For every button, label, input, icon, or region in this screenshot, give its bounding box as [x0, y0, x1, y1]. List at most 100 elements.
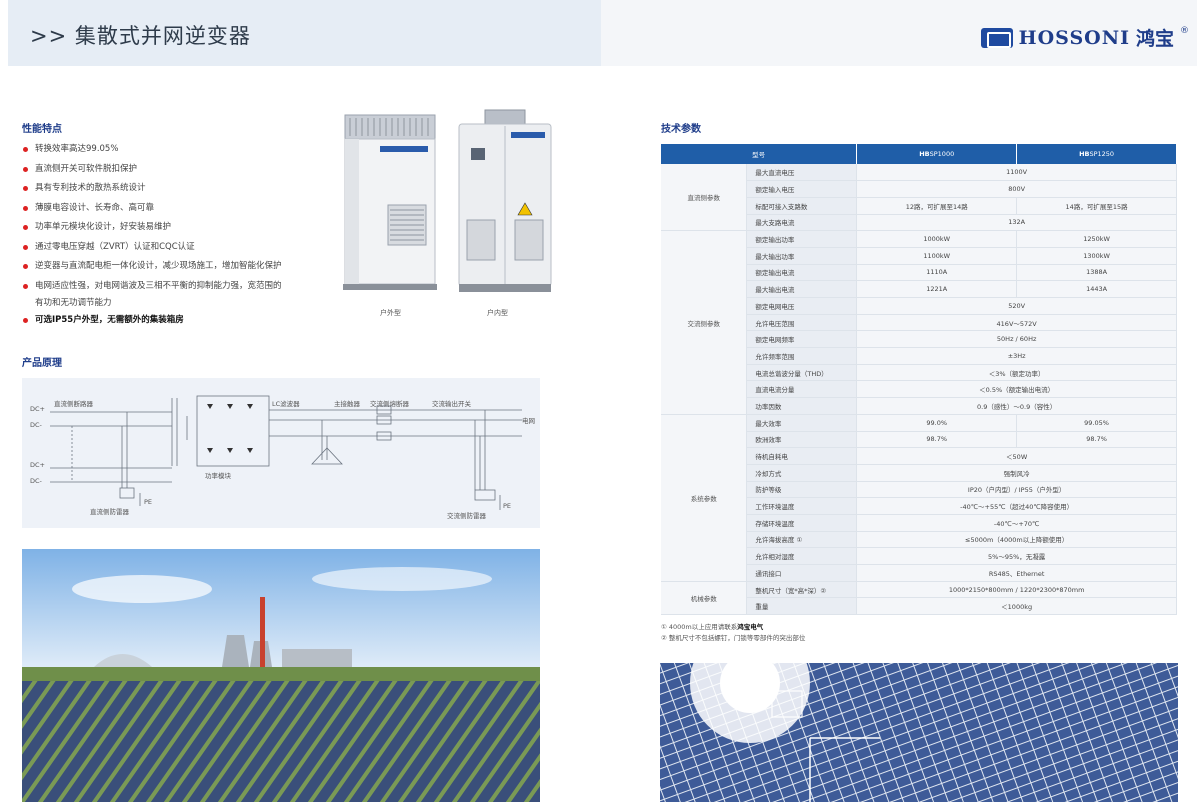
spec-value: 1000*2150*800mm / 1220*2300*870mm [856, 581, 1177, 599]
label-pe2: PE [503, 502, 511, 510]
label-power-module: 功率模块 [205, 471, 232, 480]
label-grid: 电网 [522, 416, 535, 425]
spec-item-label: 允许电压范围 [746, 314, 858, 332]
spec-group-name: 系统参数 [661, 414, 748, 582]
label-lc-filter: LC滤波器 [272, 399, 300, 408]
feature-item: 电网适应性强，对电网谐波及三相不平衡的抑制能力强，宽范围的 有功和无功调节能力 [22, 277, 322, 312]
spec-value: 416V～572V [856, 314, 1177, 332]
spec-value: 0.9（感性）～0.9（容性） [856, 397, 1177, 415]
spec-table: 型号 HBSP1000 HBSP1250 直流侧参数 最大直流电压 1100V 额定输… [661, 144, 1177, 616]
spec-header-row: 型号 HBSP1000 HBSP1250 [661, 144, 1177, 164]
logo-icon [980, 27, 1013, 48]
note-2: ② 整机尺寸不包括螺钉，门锁等零部件的突出部位 [661, 634, 806, 642]
spec-group-name: 直流侧参数 [661, 164, 748, 232]
spec-item-label: 功率因数 [746, 397, 858, 415]
spec-value: 132A [856, 214, 1177, 232]
spec-value: ±3Hz [856, 347, 1177, 365]
spec-item-label: 欧洲效率 [746, 431, 858, 449]
spec-value: 98.7% [856, 431, 1018, 449]
header-band-right: HOSSONI 鸿宝 ® [601, 0, 1197, 66]
spec-item-label: 待机自耗电 [746, 447, 858, 465]
spec-row: 直流侧参数 最大直流电压 1100V [661, 164, 1177, 232]
outdoor-label: 户外型 [380, 309, 401, 317]
spec-item-label: 存储环境温度 [746, 514, 858, 532]
spec-header-model1: HBSP1000 [856, 144, 1018, 164]
feature-item: 逆变器与直流配电柜一体化设计，减少现场施工，增加智能化保护 [22, 257, 322, 277]
spec-item-label: 电流总谐波分量（THD） [746, 364, 858, 382]
spec-item-label: 冷却方式 [746, 464, 858, 482]
spec-value: IP20（户内型）/ IP55（户外型） [856, 481, 1177, 499]
label-pe1: PE [144, 498, 152, 506]
spec-value: 14路，可扩展至15路 [1016, 197, 1177, 215]
logo-chinese: 鸿宝 [1135, 28, 1174, 50]
spec-value: 1100kW [856, 247, 1018, 265]
spec-value: ＜0.5%（额定输出电流） [856, 380, 1177, 399]
spec-value: 1250kW [1016, 230, 1177, 248]
spec-notes: ① 4000m以上应用请联系鸿宝电气 ② 整机尺寸不包括螺钉，门锁等零部件的突出… [661, 622, 805, 644]
spec-value: 1221A [856, 280, 1018, 298]
spec-row: 机械参数 整机尺寸（宽*高*深）② 1000*2150*800mm / 1220*2… [661, 581, 1177, 616]
spec-item-label: 最大效率 [746, 414, 858, 432]
feature-item: 功率单元模块化设计，好安装易维护 [22, 218, 322, 238]
spec-row: 系统参数 最大效率 99.0% 99.05% [661, 414, 1177, 582]
spec-value: 1300kW [1016, 247, 1177, 265]
spec-value: ＜50W [856, 447, 1177, 465]
label-dcm2: DC- [30, 477, 43, 485]
spec-value: -40℃～+70℃ [856, 514, 1177, 532]
spec-item-label: 最大直流电压 [746, 164, 858, 182]
indoor-cabinet-image [455, 108, 555, 302]
spec-group-name: 机械参数 [661, 581, 748, 616]
spec-value: 1100V [856, 164, 1177, 182]
spec-row: 交流侧参数 额定输出功率 1000kW 1250kW [661, 230, 1177, 415]
outdoor-cabinet-image [340, 110, 440, 299]
label-dcp2: DC+ [30, 461, 45, 469]
spec-item-label: 最大输出功率 [746, 247, 858, 265]
spec-value: -40℃～+55℃（超过40℃降容使用） [856, 497, 1177, 515]
feature-item: 薄膜电容设计、长寿命、高可靠 [22, 199, 322, 219]
brochure-page: >> 集散式并网逆变器 HOSSONI 鸿宝 ® 性能特点 转换效率高达99.0… [0, 0, 1197, 802]
solar-panel-photo [660, 663, 1178, 802]
label-dc-surge: 直流侧防雷器 [90, 507, 130, 516]
principle-title: 产品原理 [22, 358, 62, 369]
spec-item-label: 整机尺寸（宽*高*深）② [746, 581, 858, 599]
spec-value: 50Hz / 60Hz [856, 330, 1177, 349]
note-1: ① 4000m以上应用请联系鸿宝电气 [661, 623, 764, 631]
label-dcm1: DC- [30, 421, 43, 429]
spec-item-label: 额定电网电压 [746, 297, 858, 315]
feature-highlight: 可选IP55户外型，无需额外的集装箱房 [22, 311, 322, 331]
spec-header-model: 型号 [661, 144, 858, 164]
spec-value: 520V [856, 297, 1177, 315]
spec-title: 技术参数 [661, 124, 701, 135]
spec-value: 98.7% [1016, 431, 1177, 449]
spec-item-label: 重量 [746, 597, 858, 616]
page-title: >> 集散式并网逆变器 [30, 24, 251, 48]
spec-value: 1000kW [856, 230, 1018, 248]
spec-item-label: 最大输出电流 [746, 280, 858, 298]
spec-value: RS485、Ethernet [856, 564, 1177, 582]
circuit-diagram: DC+ DC- DC+ DC- 直流侧断路器 LC滤波器 主接触器 交流侧熔断器… [22, 378, 540, 528]
label-contactor: 主接触器 [334, 399, 361, 408]
spec-value: ＜1000kg [856, 597, 1177, 616]
spec-value: ＜3%（额定功率） [856, 364, 1177, 382]
spec-value: 强制风冷 [856, 464, 1177, 482]
spec-item-label: 允许相对湿度 [746, 547, 858, 565]
spec-item-label: 直流电流分量 [746, 380, 858, 399]
logo-text: HOSSONI [1018, 26, 1130, 49]
spec-group-name: 交流侧参数 [661, 230, 748, 415]
spec-header-model2: HBSP1250 [1016, 144, 1177, 164]
spec-item-label: 通讯接口 [746, 564, 858, 582]
spec-value: 1388A [1016, 264, 1177, 282]
brand-logo: HOSSONI 鸿宝 ® [980, 24, 1189, 51]
header-band-left: >> 集散式并网逆变器 [8, 0, 601, 66]
spec-value: 5%～95%，无凝露 [856, 547, 1177, 565]
label-dcp1: DC+ [30, 405, 45, 413]
feature-item: 具有专利技术的散热系统设计 [22, 179, 322, 199]
label-dc-breaker: 直流侧断路器 [54, 399, 94, 408]
indoor-label: 户内型 [487, 309, 508, 317]
spec-item-label: 额定输入电压 [746, 180, 858, 198]
label-ac-switch: 交流输出开关 [432, 399, 472, 408]
spec-item-label: 额定输出功率 [746, 230, 858, 248]
spec-value: 99.0% [856, 414, 1018, 432]
spec-value: ≤5000m（4000m以上降额使用） [856, 531, 1177, 549]
spec-item-label: 允许海拔高度 ① [746, 531, 858, 549]
